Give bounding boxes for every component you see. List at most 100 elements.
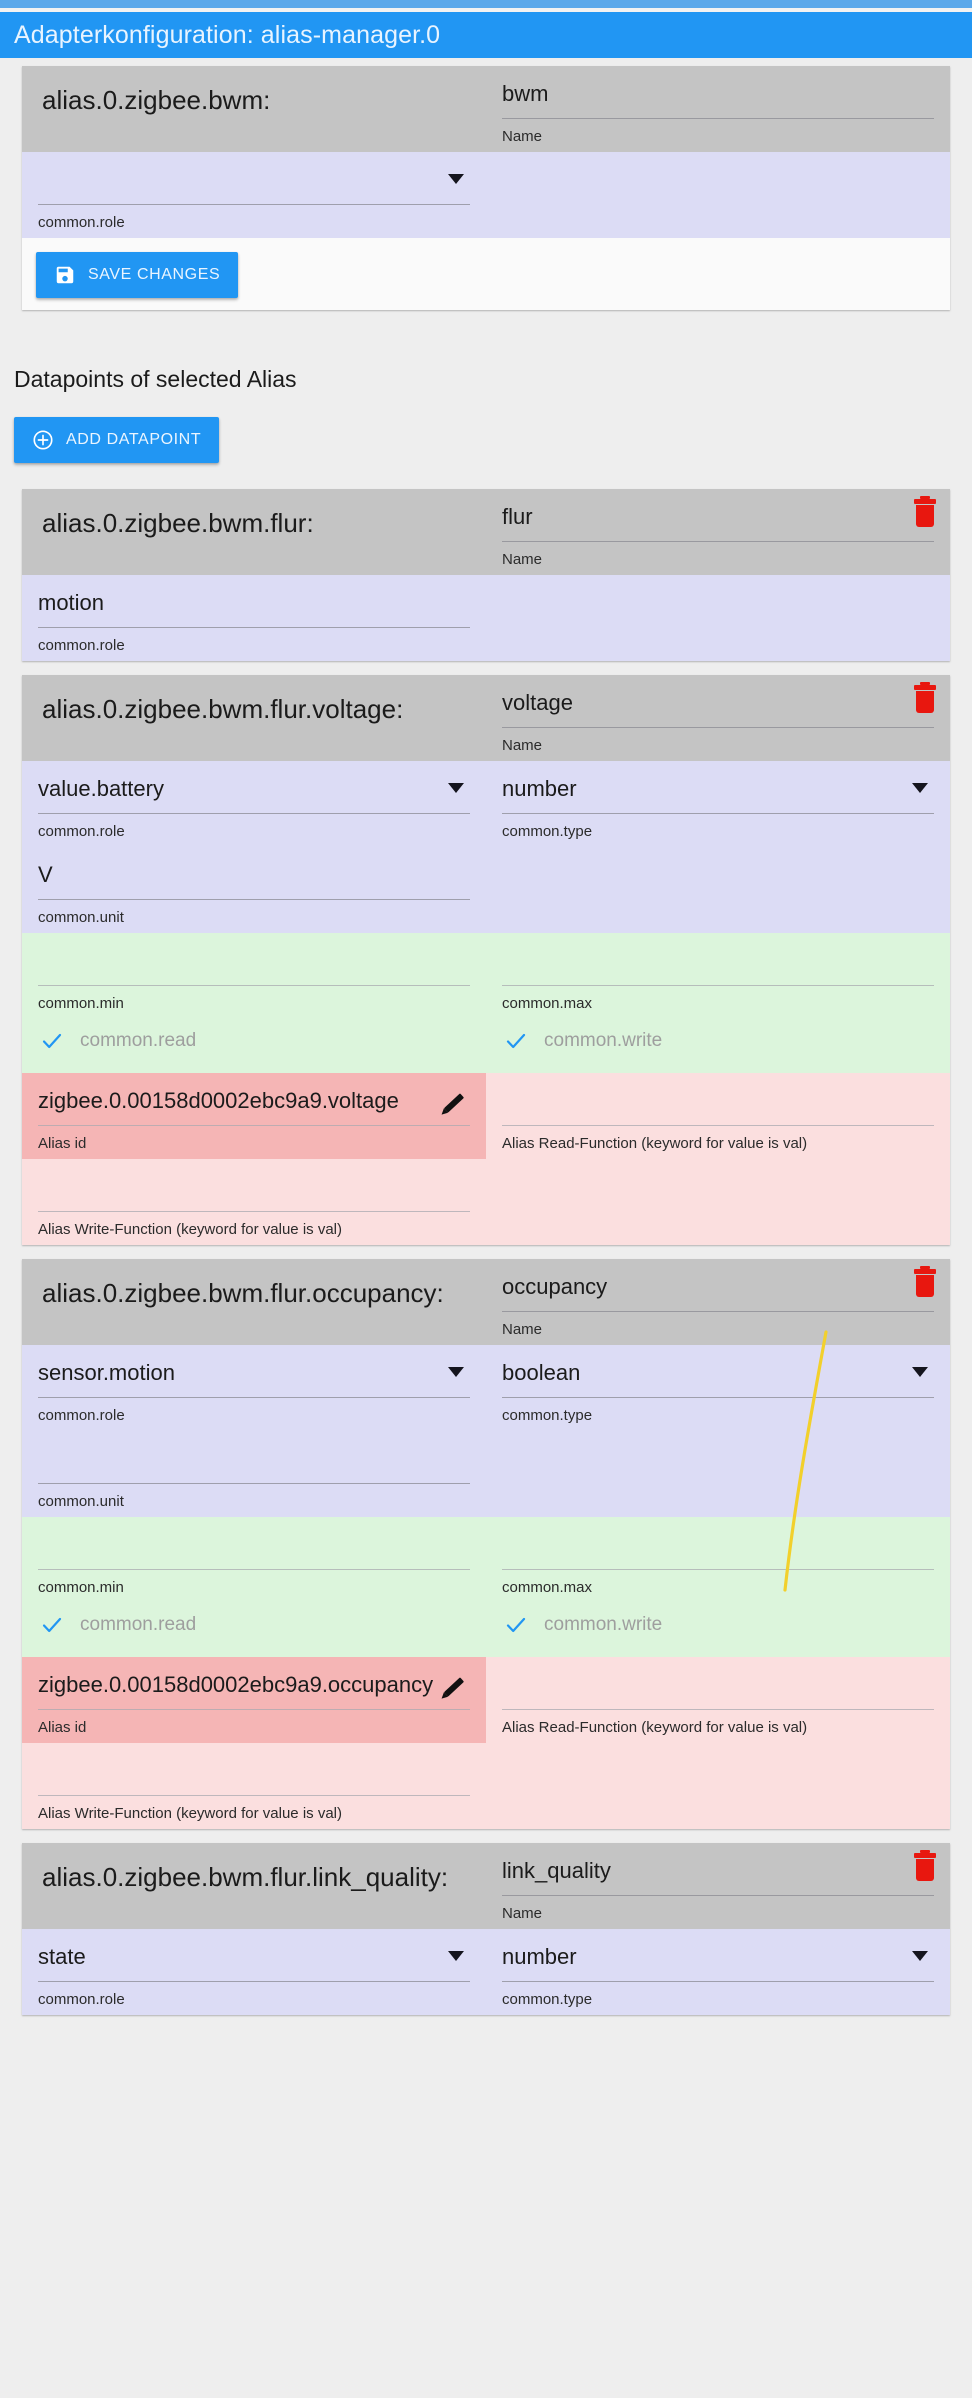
dp-read-cell: common.read [22,1019,486,1073]
dp-aliaswrite-value [38,1173,470,1201]
dp-read-label: common.read [80,1030,197,1051]
dp-aliaswrite-hint: Alias Write-Function (keyword for value … [38,1221,342,1238]
chevron-down-icon[interactable] [448,174,464,184]
save-changes-button[interactable]: SAVE CHANGES [36,252,239,298]
dp-aliaswrite-band: Alias Write-Function (keyword for value … [22,1743,950,1829]
dp-readwrite-band: common.read common.write [22,1019,950,1073]
alias-role-band: common.role [22,152,950,238]
dp-path: alias.0.zigbee.bwm.flur.voltage: [42,694,404,724]
dp-type-field[interactable]: boolean common.type [486,1345,950,1431]
field-underline [38,1397,470,1398]
chevron-down-icon[interactable] [912,1367,928,1377]
alias-name-field[interactable]: bwm Name [486,66,950,152]
dp-path-cell: alias.0.zigbee.bwm.flur.occupancy: [22,1259,486,1345]
dp-aliaswrite-field[interactable]: Alias Write-Function (keyword for value … [22,1743,486,1829]
alias-role-hint: common.role [38,214,125,231]
chevron-down-icon[interactable] [448,783,464,793]
dp-name-field[interactable]: link_quality Name [486,1843,950,1929]
dp-aliasid-value: zigbee.0.00158d0002ebc9a9.voltage [38,1088,399,1113]
dp-type-value: number [502,1944,577,1969]
dp-path: alias.0.zigbee.bwm.flur.link_quality: [42,1862,449,1892]
dp-aliasread-field[interactable]: Alias Read-Function (keyword for value i… [486,1073,950,1159]
dp-max-hint: common.max [502,1579,593,1596]
alias-name-hint: Name [502,128,543,145]
dp-aliasread-field[interactable]: Alias Read-Function (keyword for value i… [486,1657,950,1743]
field-underline [38,1981,470,1982]
dp-type-field[interactable]: number common.type [486,1929,950,2015]
dp-path: alias.0.zigbee.bwm.flur: [42,508,314,538]
dp-type-hint: common.type [502,1991,593,2008]
dp-aliasid-hint: Alias id [38,1135,87,1152]
dp-read-checkbox[interactable]: common.read [22,1019,486,1073]
dp-role-field[interactable]: state common.role [22,1929,486,2015]
dp-max-hint: common.max [502,995,593,1012]
alias-role-value [38,166,470,194]
dp-aliasid-field[interactable]: zigbee.0.00158d0002ebc9a9.voltage Alias … [22,1073,486,1159]
trash-icon[interactable] [914,1266,936,1297]
chevron-down-icon[interactable] [448,1367,464,1377]
dp-max-field[interactable]: common.max [486,933,950,1019]
dp-header-band: alias.0.zigbee.bwm.flur.link_quality: li… [22,1843,950,1929]
trash-icon[interactable] [914,682,936,713]
pencil-icon[interactable] [440,1675,465,1699]
dp-role-field[interactable]: sensor.motion common.role [22,1345,486,1431]
dp-unit-field[interactable]: common.unit [22,1431,486,1517]
dp-write-checkbox[interactable]: common.write [486,1603,950,1657]
plus-circle-icon [32,429,54,451]
chevron-down-icon[interactable] [912,783,928,793]
dp-aliaswrite-band: Alias Write-Function (keyword for value … [22,1159,950,1245]
dp-aliaswrite-hint: Alias Write-Function (keyword for value … [38,1805,342,1822]
field-underline [38,899,470,900]
save-button-row: SAVE CHANGES [22,238,950,310]
dp-max-field[interactable]: common.max [486,1517,950,1603]
chevron-down-icon[interactable] [448,1951,464,1961]
dp-role-type-band: sensor.motion common.role boolean common… [22,1345,950,1431]
dp-min-field[interactable]: common.min [22,1517,486,1603]
dp-role-band: motion common.role [22,575,950,661]
dp-header-band: alias.0.zigbee.bwm.flur.occupancy: occup… [22,1259,950,1345]
dp-name-field[interactable]: flur Name [486,489,950,575]
add-datapoint-button[interactable]: ADD DATAPOINT [14,417,220,463]
dp-write-label: common.write [544,1614,663,1635]
pencil-icon[interactable] [440,1091,465,1115]
trash-icon[interactable] [914,496,936,527]
dp-write-checkbox[interactable]: common.write [486,1019,950,1073]
dp-unit-field[interactable]: V common.unit [22,847,486,933]
alias-role-field[interactable]: common.role [22,152,486,238]
dp-name-cell: flur Name [486,489,950,575]
dp-role-field[interactable]: value.battery common.role [22,761,486,847]
dp-type-field[interactable]: number common.type [486,761,950,847]
dp-name-hint: Name [502,1905,543,1922]
dp-role-cell: value.battery common.role [22,761,486,847]
dp-role-hint: common.role [38,637,125,654]
dp-read-checkbox[interactable]: common.read [22,1603,486,1657]
dp-min-field[interactable]: common.min [22,933,486,1019]
dp-aliasread-value [502,1671,934,1699]
datapoint-card: alias.0.zigbee.bwm.flur.occupancy: occup… [22,1259,950,1829]
dp-type-hint: common.type [502,823,593,840]
chevron-down-icon[interactable] [912,1951,928,1961]
dp-role-field[interactable]: motion common.role [22,575,486,661]
dp-max-cell: common.max [486,1517,950,1603]
save-icon [54,264,76,286]
dp-name-field[interactable]: occupancy Name [486,1259,950,1345]
dp-name-field[interactable]: voltage Name [486,675,950,761]
save-changes-label: SAVE CHANGES [88,266,221,283]
dp-name-value: link_quality [502,1858,611,1883]
dp-path-cell: alias.0.zigbee.bwm.flur: [22,489,486,575]
dp-aliaswrite-cell: Alias Write-Function (keyword for value … [22,1159,486,1245]
dp-write-label: common.write [544,1030,663,1051]
dp-aliaswrite-field[interactable]: Alias Write-Function (keyword for value … [22,1159,486,1245]
field-underline [38,1795,470,1796]
trash-icon[interactable] [914,1850,936,1881]
dp-aliasread-value [502,1087,934,1115]
dp-name-cell: voltage Name [486,675,950,761]
dp-write-cell: common.write [486,1019,950,1073]
dp-name-hint: Name [502,1321,543,1338]
dp-aliasid-field[interactable]: zigbee.0.00158d0002ebc9a9.occupancy Alia… [22,1657,486,1743]
dp-unit-value [38,1445,470,1473]
dp-role-cell: sensor.motion common.role [22,1345,486,1431]
dp-type-cell: number common.type [486,761,950,847]
field-underline [502,727,934,728]
dp-unit-cell: V common.unit [22,847,486,933]
